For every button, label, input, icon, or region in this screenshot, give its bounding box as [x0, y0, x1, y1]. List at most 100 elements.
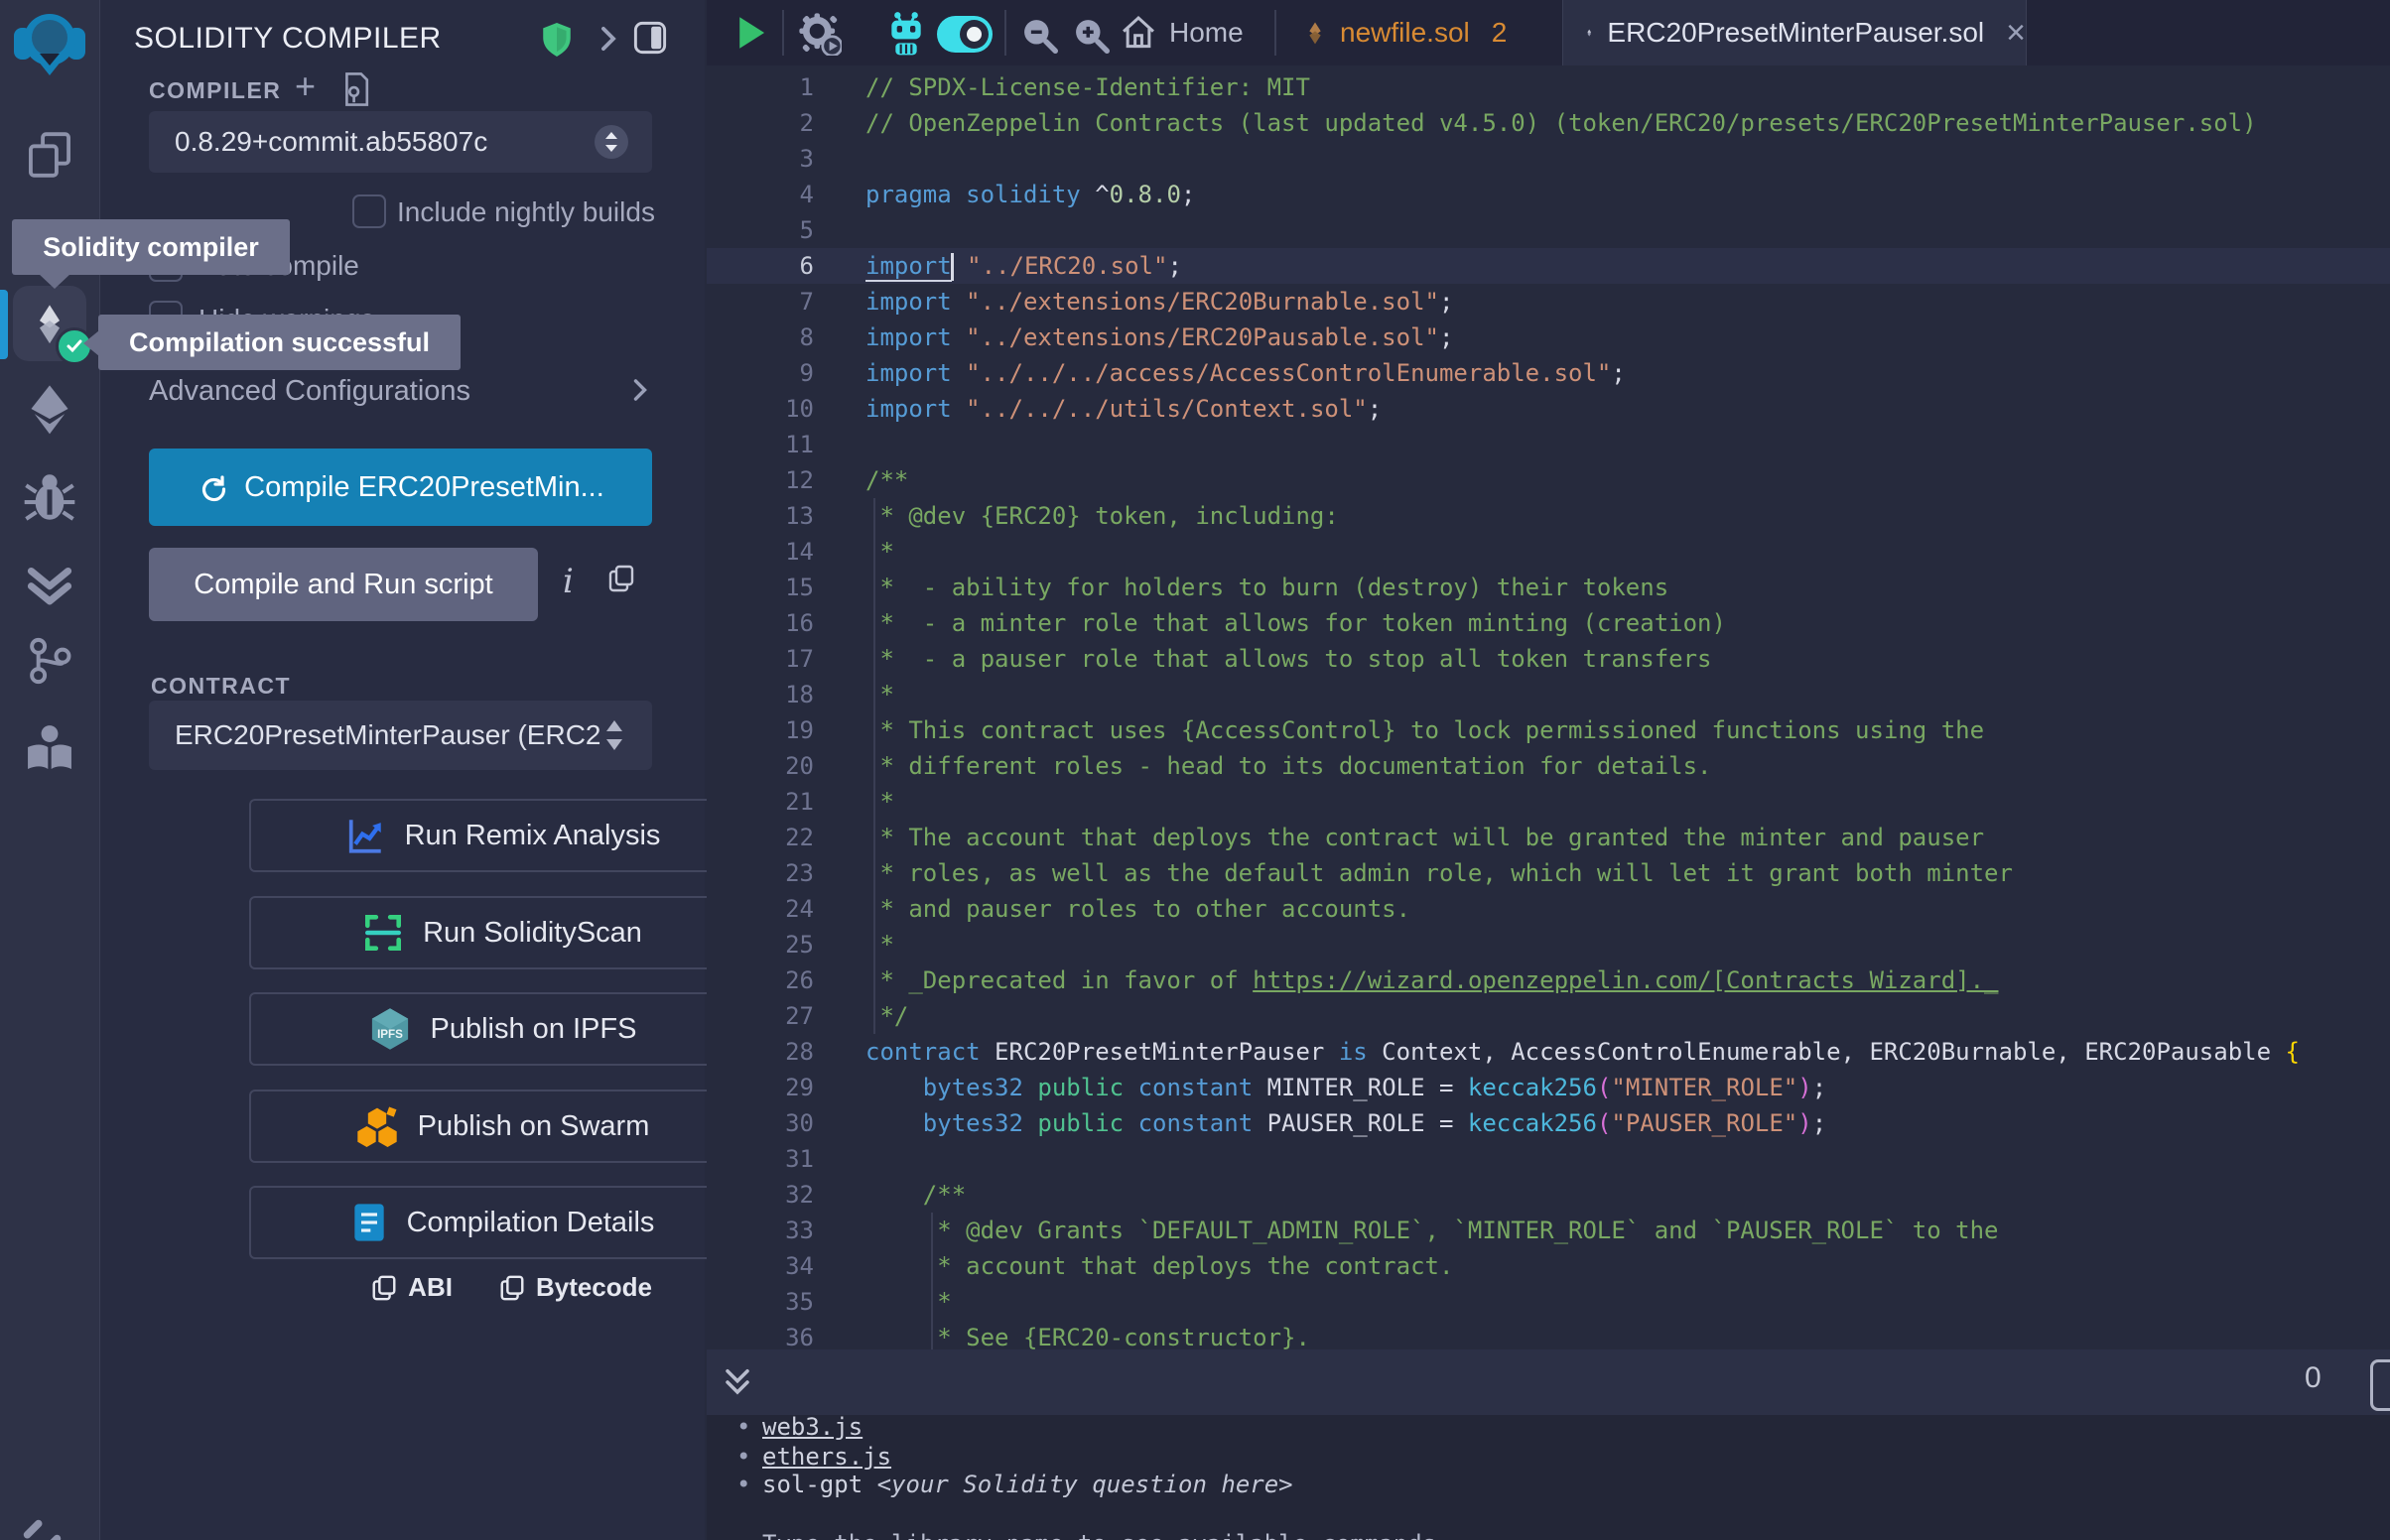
code-line[interactable]: 25 * [707, 927, 2390, 962]
bullet: • [736, 1413, 750, 1441]
copy-script-icon[interactable] [606, 564, 636, 593]
code-line[interactable]: 34 * account that deploys the contract. [707, 1248, 2390, 1284]
copy-icon [370, 1274, 398, 1302]
code-line[interactable]: 2// OpenZeppelin Contracts (last updated… [707, 105, 2390, 141]
ai-assistant-robot-icon[interactable] [883, 10, 929, 58]
code-line[interactable]: 33 * @dev Grants `DEFAULT_ADMIN_ROLE`, `… [707, 1213, 2390, 1248]
remix-ide-window: SOLIDITY COMPILER COMPILER + [0, 0, 2390, 1540]
code-line[interactable]: 14 * [707, 534, 2390, 570]
ai-toggle[interactable] [937, 16, 993, 53]
code-line[interactable]: 9import "../../../access/AccessControlEn… [707, 355, 2390, 391]
add-compiler-icon[interactable]: + [295, 65, 316, 107]
code-line[interactable]: 11 [707, 427, 2390, 462]
code-line[interactable]: 6import "../ERC20.sol"; [707, 248, 2390, 284]
code-editor[interactable]: 1// SPDX-License-Identifier: MIT2// Open… [707, 65, 2390, 1349]
chevron-right-icon[interactable] [594, 20, 623, 58]
code-line[interactable]: 3 [707, 141, 2390, 177]
terminal-output[interactable]: • web3.js • ethers.js • sol-gpt <your So… [707, 1415, 2390, 1540]
code-line[interactable]: 28contract ERC20PresetMinterPauser is Co… [707, 1034, 2390, 1070]
advanced-chevron-icon[interactable] [626, 373, 654, 407]
code-line[interactable]: 4pragma solidity ^0.8.0; [707, 177, 2390, 212]
copy-bytecode-button[interactable]: Bytecode [498, 1272, 652, 1303]
license-badge-icon[interactable] [340, 71, 372, 107]
terminal-search-box[interactable] [2370, 1359, 2390, 1411]
code-line[interactable]: 35 * [707, 1284, 2390, 1320]
learn-icon[interactable] [0, 720, 99, 774]
compiler-version-select[interactable]: 0.8.29+commit.ab55807c [149, 111, 652, 173]
compilation-details-button[interactable]: Compilation Details [249, 1186, 756, 1259]
run-script-icon[interactable] [736, 16, 766, 50]
terminal-solgpt-arg: <your Solidity question here> [877, 1471, 1293, 1498]
line-number: 7 [707, 284, 814, 320]
tab-home[interactable]: Home [1120, 14, 1244, 52]
run-solidityscan-button[interactable]: Run SolidityScan [249, 896, 756, 969]
publish-swarm-label: Publish on Swarm [418, 1110, 650, 1143]
code-line[interactable]: 16 * - a minter role that allows for tok… [707, 605, 2390, 641]
code-line[interactable]: 5 [707, 212, 2390, 248]
line-number: 24 [707, 891, 814, 927]
code-line[interactable]: 12/** [707, 462, 2390, 498]
tab-erc20presetminterpauser[interactable]: ERC20PresetMinterPauser.sol × [1562, 0, 2027, 65]
zoom-in-icon[interactable] [1072, 16, 1110, 54]
terminal-link-web3[interactable]: web3.js [762, 1413, 863, 1441]
deploy-run-icon[interactable] [0, 382, 99, 436]
script-config-gear-icon[interactable] [798, 12, 842, 56]
line-number: 35 [707, 1284, 814, 1320]
run-remix-analysis-button[interactable]: Run Remix Analysis [249, 799, 756, 872]
compile-and-run-button[interactable]: Compile and Run script [149, 548, 538, 621]
line-number: 36 [707, 1320, 814, 1349]
git-icon[interactable] [0, 635, 99, 687]
code-line[interactable]: 7import "../extensions/ERC20Burnable.sol… [707, 284, 2390, 320]
close-tab-icon[interactable]: × [2006, 14, 2026, 53]
code-line[interactable]: 15 * - ability for holders to burn (dest… [707, 570, 2390, 605]
file-explorer-icon[interactable] [0, 129, 99, 181]
code-line[interactable]: 1// SPDX-License-Identifier: MIT [707, 69, 2390, 105]
terminal-link-ethers[interactable]: ethers.js [762, 1443, 891, 1471]
remix-logo[interactable] [0, 8, 99, 83]
code-line[interactable]: 17 * - a pauser role that allows to stop… [707, 641, 2390, 677]
line-number: 14 [707, 534, 814, 570]
code-line[interactable]: 13 * @dev {ERC20} token, including: [707, 498, 2390, 534]
plugin-manager-icon[interactable] [0, 1516, 99, 1540]
terminal-line: • ethers.js [762, 1443, 891, 1471]
collapse-terminal-icon[interactable] [723, 1365, 752, 1399]
publish-ipfs-button[interactable]: IPFS Publish on IPFS [249, 992, 756, 1066]
run-remix-analysis-label: Run Remix Analysis [405, 820, 661, 852]
code-line[interactable]: 8import "../extensions/ERC20Pausable.sol… [707, 320, 2390, 355]
code-line[interactable]: 18 * [707, 677, 2390, 712]
code-line[interactable]: 32 /** [707, 1177, 2390, 1213]
copy-abi-button[interactable]: ABI [370, 1272, 453, 1303]
code-line[interactable]: 19 * This contract uses {AccessControl} … [707, 712, 2390, 748]
terminal-bar[interactable]: 0 [707, 1349, 2390, 1415]
code-line[interactable]: 21 * [707, 784, 2390, 820]
code-line[interactable]: 24 * and pauser roles to other accounts. [707, 891, 2390, 927]
code-line[interactable]: 26 * _Deprecated in favor of https://wiz… [707, 962, 2390, 998]
swarm-icon [356, 1105, 398, 1147]
tab-newfile[interactable]: newfile.sol 2 [1302, 0, 1507, 65]
pin-panel-icon[interactable] [632, 20, 668, 56]
line-number: 28 [707, 1034, 814, 1070]
shield-icon[interactable] [541, 22, 573, 58]
debugger-icon[interactable] [0, 470, 99, 524]
home-tab-label: Home [1169, 17, 1244, 49]
bytecode-label: Bytecode [536, 1272, 652, 1303]
code-line[interactable]: 30 bytes32 public constant PAUSER_ROLE =… [707, 1105, 2390, 1141]
info-icon[interactable]: i [563, 562, 574, 601]
code-line[interactable]: 10import "../../../utils/Context.sol"; [707, 391, 2390, 427]
zoom-out-icon[interactable] [1020, 16, 1058, 54]
code-line[interactable]: 31 [707, 1141, 2390, 1177]
code-line[interactable]: 20 * different roles - head to its docum… [707, 748, 2390, 784]
nightly-builds-checkbox[interactable] [352, 194, 386, 228]
publish-swarm-button[interactable]: Publish on Swarm [249, 1090, 756, 1163]
code-line[interactable]: 29 bytes32 public constant MINTER_ROLE =… [707, 1070, 2390, 1105]
code-line[interactable]: 22 * The account that deploys the contra… [707, 820, 2390, 855]
advanced-configurations[interactable]: Advanced Configurations [149, 375, 470, 408]
code-line[interactable]: 36 * See {ERC20-constructor}. [707, 1320, 2390, 1349]
code-line[interactable]: 23 * roles, as well as the default admin… [707, 855, 2390, 891]
unit-testing-icon[interactable] [0, 558, 99, 611]
code-line[interactable]: 27 */ [707, 998, 2390, 1034]
compile-button[interactable]: Compile ERC20PresetMin... [149, 449, 652, 526]
contract-select[interactable]: ERC20PresetMinterPauser (ERC20 [149, 701, 652, 770]
refresh-icon [197, 471, 228, 503]
abi-label: ABI [408, 1272, 453, 1303]
